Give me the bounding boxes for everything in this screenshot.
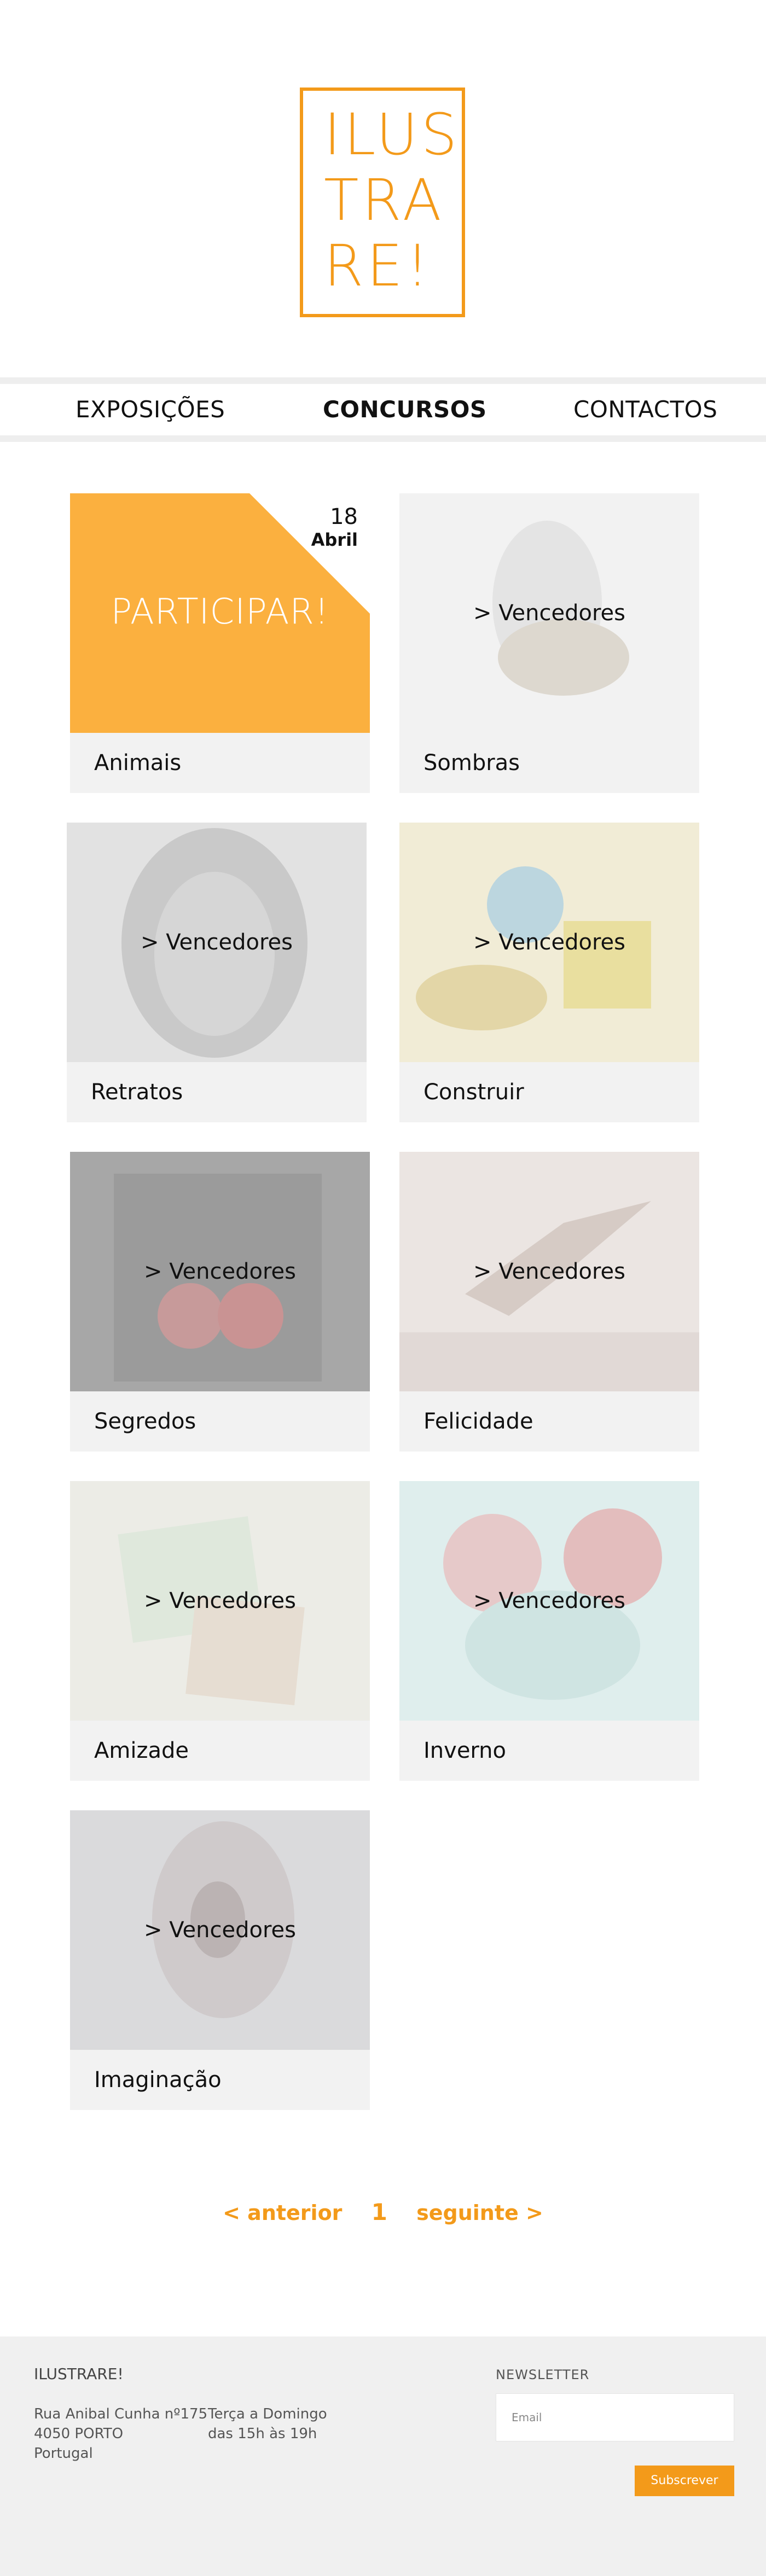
newsletter-label: NEWSLETTER <box>496 2367 590 2382</box>
card-title: Segredos <box>94 1409 196 1434</box>
current-page[interactable]: 1 <box>372 2199 387 2225</box>
footer-address: Rua Anibal Cunha nº175 4050 PORTO Portug… <box>34 2404 207 2463</box>
nav-item-contactos[interactable]: CONTACTOS <box>573 384 717 435</box>
header: ILUS TRA RE! <box>0 0 766 377</box>
address-line-1: Rua Anibal Cunha nº175 <box>34 2406 208 2422</box>
footer-brand: ILUSTRARE! <box>34 2365 124 2383</box>
contest-card-inverno[interactable]: > Vencedores Inverno <box>399 1481 699 1781</box>
contest-card-sombras[interactable]: > Vencedores Sombras <box>399 493 699 793</box>
address-line-3: Portugal <box>34 2445 93 2462</box>
card-title: Imaginação <box>94 2067 222 2093</box>
prev-page-link[interactable]: < anterior <box>223 2201 342 2225</box>
card-title: Construir <box>423 1080 524 1105</box>
participate-button[interactable]: PARTICIPAR! <box>70 592 370 632</box>
card-title: Felicidade <box>423 1409 533 1434</box>
nav-item-concursos[interactable]: CONCURSOS <box>323 384 487 435</box>
winners-link[interactable]: > Vencedores <box>399 493 699 733</box>
contest-card-imaginacao[interactable]: > Vencedores Imaginação <box>70 1810 370 2110</box>
main-nav: EXPOSIÇÕES CONCURSOS CONTACTOS <box>0 377 766 442</box>
winners-link[interactable]: > Vencedores <box>399 1481 699 1721</box>
card-title: Sombras <box>423 750 520 776</box>
winners-link[interactable]: > Vencedores <box>70 1481 370 1721</box>
hours-line-1: Terça a Domingo <box>208 2406 327 2422</box>
winners-link[interactable]: > Vencedores <box>399 823 699 1062</box>
contest-card-animais[interactable]: 18 Abril PARTICIPAR! Animais <box>70 493 370 793</box>
logo-line-1: ILUS <box>324 101 461 168</box>
hours-line-2: das 15h às 19h <box>208 2426 317 2442</box>
participate-banner[interactable]: 18 Abril PARTICIPAR! <box>70 493 370 733</box>
contest-card-amizade[interactable]: > Vencedores Amizade <box>70 1481 370 1781</box>
pagination: < anterior 1 seguinte > <box>0 2199 766 2225</box>
contest-card-felicidade[interactable]: > Vencedores Felicidade <box>399 1152 699 1452</box>
footer: ILUSTRARE! Rua Anibal Cunha nº175 4050 P… <box>0 2336 766 2576</box>
card-title: Amizade <box>94 1738 189 1763</box>
card-title: Inverno <box>423 1738 506 1763</box>
card-title: Animais <box>94 750 182 776</box>
winners-link[interactable]: > Vencedores <box>399 1152 699 1391</box>
contest-card-segredos[interactable]: > Vencedores Segredos <box>70 1152 370 1452</box>
contest-card-retratos[interactable]: > Vencedores Retratos <box>67 823 367 1122</box>
address-line-2: 4050 PORTO <box>34 2426 124 2442</box>
deadline-month: Abril <box>311 529 358 550</box>
nav-item-exposicoes[interactable]: EXPOSIÇÕES <box>76 384 225 435</box>
next-page-link[interactable]: seguinte > <box>416 2201 543 2225</box>
subscribe-button[interactable]: Subscrever <box>635 2466 734 2496</box>
winners-link[interactable]: > Vencedores <box>70 1810 370 2050</box>
site-logo[interactable]: ILUS TRA RE! <box>300 88 465 317</box>
footer-hours: Terça a Domingo das 15h às 19h <box>208 2404 327 2444</box>
card-title: Retratos <box>91 1080 183 1105</box>
deadline-day: 18 <box>330 504 358 529</box>
contest-card-construir[interactable]: > Vencedores Construir <box>399 823 699 1122</box>
newsletter-email-input[interactable]: Email <box>496 2393 734 2441</box>
winners-link[interactable]: > Vencedores <box>67 823 367 1062</box>
logo-line-3: RE! <box>324 232 432 299</box>
logo-line-2: TRA <box>324 167 445 234</box>
winners-link[interactable]: > Vencedores <box>70 1152 370 1391</box>
